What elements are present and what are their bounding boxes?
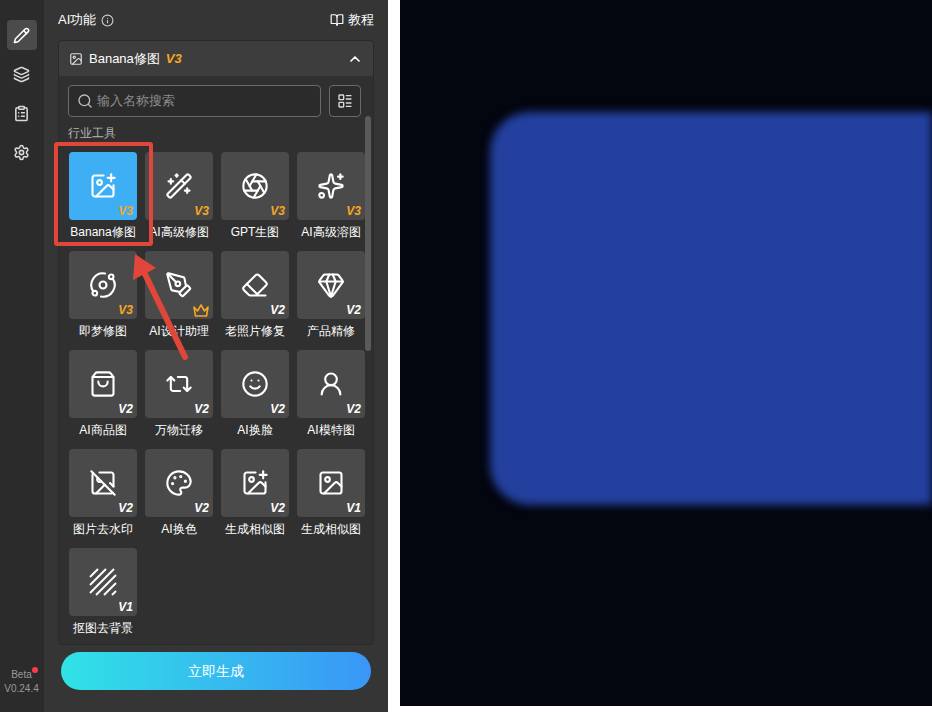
tool-item[interactable]: V2 万物迁移: [145, 350, 213, 442]
poster-image: [400, 0, 932, 706]
tool-label: 万物迁移: [155, 418, 203, 442]
tool-label: AI商品图: [79, 418, 126, 442]
panel-header: AI功能 教程: [44, 0, 388, 40]
crown-icon: [193, 304, 209, 317]
tool-tile[interactable]: V2: [69, 449, 137, 517]
tool-item[interactable]: V2 AI换色: [145, 449, 213, 541]
tool-section: Banana修图V3输入名称搜索行业工具V3Banana修图V3AI高级修图V3…: [58, 40, 374, 645]
tool-item[interactable]: V2 图片去水印: [69, 449, 137, 541]
group-label: 行业工具: [68, 125, 361, 141]
tool-label: 产品精修: [307, 319, 355, 343]
tool-tile[interactable]: V2: [221, 449, 289, 517]
version-badge: V3: [194, 204, 209, 218]
tool-item[interactable]: V3 AI高级修图: [145, 152, 213, 244]
tool-tile[interactable]: V2: [221, 251, 289, 319]
tool-label: AI换色: [161, 517, 196, 541]
tool-item[interactable]: V2 AI换脸: [221, 350, 289, 442]
tool-tile[interactable]: V1: [69, 548, 137, 616]
tool-item[interactable]: V1 生成相似图: [297, 449, 365, 541]
tool-label: 生成相似图: [225, 517, 285, 541]
tool-item[interactable]: AI设计助理: [145, 251, 213, 343]
pointer-arrow-icon: [0, 0, 932, 712]
tool-tile[interactable]: V2: [221, 350, 289, 418]
version-badge: V2: [118, 402, 133, 416]
tool-item[interactable]: V2 AI商品图: [69, 350, 137, 442]
tool-tile[interactable]: V3: [297, 152, 365, 220]
tool-tile[interactable]: V2: [145, 350, 213, 418]
version-badge: V2: [194, 402, 209, 416]
tool-label: 图片去水印: [73, 517, 133, 541]
tool-label: 生成相似图: [301, 517, 361, 541]
tool-tile[interactable]: [145, 251, 213, 319]
tool-item[interactable]: V3 Banana修图: [69, 152, 137, 244]
notice-dot: [32, 667, 38, 673]
version-badge: V3: [346, 204, 361, 218]
tool-tile[interactable]: V2: [145, 449, 213, 517]
tool-item[interactable]: V2 生成相似图: [221, 449, 289, 541]
tool-grid: V3 Banana修图 V3 AI高级修图 V3 GPT生图 V3 AI高级溶图 V3 即梦修图 A…: [69, 152, 361, 640]
tool-label: 即梦修图: [79, 319, 127, 343]
version-badge: V2: [270, 402, 285, 416]
version-badge: V3: [118, 204, 133, 218]
ai-panel: AI功能教程Banana修图V3输入名称搜索行业工具V3Banana修图V3AI…: [43, 0, 388, 712]
editor-panel: BetaV0.24.4AI功能教程Banana修图V3输入名称搜索行业工具V3B…: [0, 0, 388, 712]
tool-label: AI高级修图: [149, 220, 208, 244]
tool-label: 抠图去背景: [73, 616, 133, 640]
rail-item[interactable]: [7, 137, 37, 167]
tool-item[interactable]: V3 AI高级溶图: [297, 152, 365, 244]
tool-tile[interactable]: V1: [297, 449, 365, 517]
tutorial-link[interactable]: 教程: [330, 10, 374, 30]
section-badge: V3: [166, 49, 182, 69]
version-badge: V2: [270, 303, 285, 317]
tool-label: AI高级溶图: [301, 220, 360, 244]
chevron-up-icon[interactable]: [347, 51, 363, 67]
stripes-icon: [88, 567, 118, 597]
version-badge: V2: [346, 402, 361, 416]
section-header[interactable]: Banana修图V3: [59, 41, 373, 76]
version-label: V0.24.4: [4, 682, 38, 696]
beta-label: Beta: [11, 669, 32, 680]
tool-tile[interactable]: V3: [145, 152, 213, 220]
panel-title: AI功能: [58, 10, 96, 30]
version-badge: V1: [118, 600, 133, 614]
version-badge: V2: [194, 501, 209, 515]
tool-item[interactable]: V3 即梦修图: [69, 251, 137, 343]
rail-item[interactable]: [7, 59, 37, 89]
tool-label: AI模特图: [307, 418, 354, 442]
tool-label: Banana修图: [70, 220, 135, 244]
tool-tile[interactable]: V3: [69, 251, 137, 319]
tool-tile[interactable]: V2: [69, 350, 137, 418]
version-badge: V2: [270, 501, 285, 515]
tool-tile[interactable]: V3: [69, 152, 137, 220]
tool-label: AI设计助理: [149, 319, 208, 343]
tool-item[interactable]: V3 GPT生图: [221, 152, 289, 244]
info-icon[interactable]: [101, 14, 114, 27]
tool-item[interactable]: V2 AI模特图: [297, 350, 365, 442]
tool-rail: Beta V0.24.4: [0, 0, 43, 712]
rail-item[interactable]: [7, 98, 37, 128]
tool-item[interactable]: V2 老照片修复: [221, 251, 289, 343]
rail-item[interactable]: [7, 20, 37, 50]
search-field[interactable]: 输入名称搜索: [68, 85, 321, 117]
tool-label: 老照片修复: [225, 319, 285, 343]
app: BetaV0.24.4AI功能教程Banana修图V3输入名称搜索行业工具V3B…: [0, 0, 932, 712]
version-badge: V3: [118, 303, 133, 317]
tool-tile[interactable]: V2: [297, 350, 365, 418]
tool-label: AI换脸: [237, 418, 272, 442]
version-badge: V1: [346, 501, 361, 515]
tool-item[interactable]: V1 抠图去背景: [69, 548, 137, 640]
version-badge: V2: [346, 303, 361, 317]
version-badge: V2: [118, 501, 133, 515]
tool-tile[interactable]: V2: [297, 251, 365, 319]
tool-tile[interactable]: V3: [221, 152, 289, 220]
version-badge: V3: [270, 204, 285, 218]
build-info: Beta V0.24.4: [4, 668, 38, 696]
tool-label: GPT生图: [231, 220, 280, 244]
tool-item[interactable]: V2 产品精修: [297, 251, 365, 343]
view-toggle-button[interactable]: [329, 85, 361, 117]
generate-button[interactable]: 立即生成: [61, 652, 371, 690]
